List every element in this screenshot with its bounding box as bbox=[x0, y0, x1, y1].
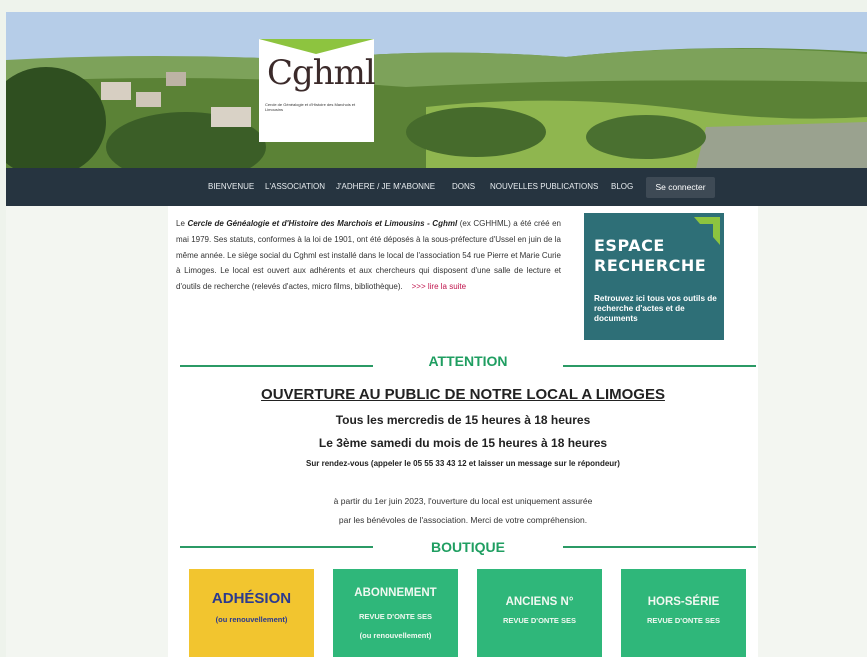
main-content: Le Cercle de Généalogie et d'Histoire de… bbox=[168, 206, 758, 657]
nav-nouvelles-publications[interactable]: NOUVELLES PUBLICATIONS bbox=[490, 168, 598, 206]
opening-heading: OUVERTURE AU PUBLIC DE NOTRE LOCAL A LIM… bbox=[261, 386, 665, 403]
espace-title: ESPACE RECHERCHE bbox=[594, 236, 706, 276]
logo-wordmark: Cghml bbox=[267, 53, 376, 93]
opening-appointment: Sur rendez-vous (appeler le 05 55 33 43 … bbox=[306, 459, 620, 468]
tile-title: ANCIENS N° bbox=[505, 596, 574, 608]
logo-green-ribbon-icon bbox=[259, 39, 374, 54]
boutique-title: BOUTIQUE bbox=[431, 539, 505, 555]
tile-title: HORS-SÉRIE bbox=[647, 596, 720, 608]
page: Cghml Cercle de Généalogie et d'Histoire… bbox=[6, 12, 867, 657]
opening-saturday: Le 3ème samedi du mois de 15 heures à 18… bbox=[318, 436, 608, 450]
tile-subtitle: REVUE D'ONTE SES bbox=[502, 616, 577, 625]
login-button[interactable]: Se connecter bbox=[646, 177, 715, 198]
tile-hors-serie[interactable]: HORS-SÉRIE REVUE D'ONTE SES bbox=[621, 569, 746, 657]
tile-subtitle: REVUE D'ONTE SES bbox=[646, 616, 721, 625]
divider-right bbox=[563, 365, 756, 367]
nav-bienvenue[interactable]: BIENVENUE bbox=[208, 168, 254, 206]
tile-subtitle: (ou renouvellement) bbox=[215, 615, 288, 624]
main-nav: BIENVENUE L'ASSOCIATION J'ADHERE / JE M'… bbox=[6, 168, 867, 206]
tile-subtitle: REVUE D'ONTE SES bbox=[358, 612, 433, 621]
espace-title-line2: RECHERCHE bbox=[594, 256, 707, 275]
nav-association[interactable]: L'ASSOCIATION bbox=[265, 168, 325, 206]
attention-title: ATTENTION bbox=[428, 353, 508, 369]
site-logo[interactable]: Cghml Cercle de Généalogie et d'Histoire… bbox=[259, 39, 376, 142]
read-more-link[interactable]: >>> lire la suite bbox=[412, 282, 466, 291]
intro-org-name: Cercle de Généalogie et d'Histoire des M… bbox=[187, 219, 458, 228]
intro-text: (ex CGHHML) a été créé en mai 1979. Ses … bbox=[176, 219, 561, 292]
divider-left bbox=[180, 546, 373, 548]
nav-adhere[interactable]: J'ADHERE / JE M'ABONNE bbox=[336, 168, 435, 206]
landscape-photo bbox=[6, 12, 867, 168]
tile-anciens-numeros[interactable]: ANCIENS N° REVUE D'ONTE SES bbox=[477, 569, 602, 657]
tile-title: ABONNEMENT bbox=[354, 587, 437, 599]
espace-title-line1: ESPACE bbox=[594, 236, 665, 255]
intro-paragraph: Le Cercle de Généalogie et d'Histoire de… bbox=[176, 216, 561, 295]
intro-prefix: Le bbox=[176, 219, 188, 228]
divider-right bbox=[563, 546, 756, 548]
divider-left bbox=[180, 365, 373, 367]
tile-title: ADHÉSION bbox=[211, 590, 292, 607]
tile-abonnement[interactable]: ABONNEMENT REVUE D'ONTE SES (ou renouvel… bbox=[333, 569, 458, 657]
opening-wednesday: Tous les mercredis de 15 heures à 18 heu… bbox=[335, 413, 591, 427]
nav-dons[interactable]: DONS bbox=[452, 168, 475, 206]
tile-adhesion[interactable]: ADHÉSION (ou renouvellement) bbox=[189, 569, 314, 657]
opening-note-1: à partir du 1er juin 2023, l'ouverture d… bbox=[333, 496, 593, 506]
tile-subtitle-2: (ou renouvellement) bbox=[359, 631, 432, 640]
logo-subtitle: Cercle de Généalogie et d'Histoire des M… bbox=[265, 102, 356, 112]
opening-note-2: par les bénévoles de l'association. Merc… bbox=[338, 515, 588, 525]
nav-blog[interactable]: BLOG bbox=[611, 168, 633, 206]
header-banner: Cghml Cercle de Généalogie et d'Histoire… bbox=[6, 12, 867, 168]
espace-recherche-card[interactable]: ESPACE RECHERCHE Retrouvez ici tous vos … bbox=[584, 213, 724, 340]
espace-description: Retrouvez ici tous vos outils de recherc… bbox=[594, 294, 717, 323]
